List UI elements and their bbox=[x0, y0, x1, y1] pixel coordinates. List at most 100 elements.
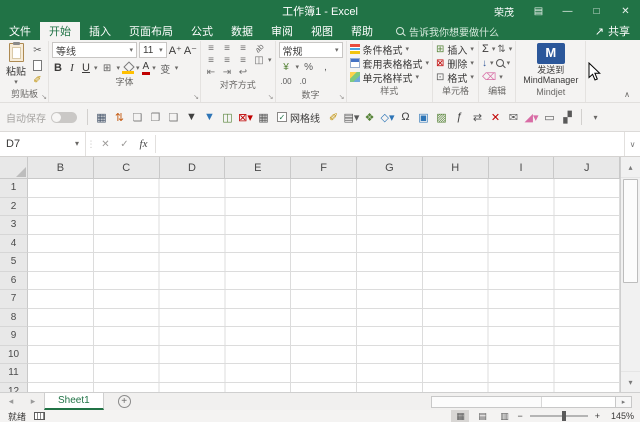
column-header[interactable]: I bbox=[488, 157, 555, 179]
insert-cells-button[interactable]: ⊞ 插入 ▾ bbox=[436, 42, 475, 57]
select-all-corner[interactable] bbox=[0, 157, 28, 179]
conditional-formatting-button[interactable]: 条件格式 ▾ bbox=[349, 42, 430, 57]
row-header[interactable]: 7 bbox=[0, 290, 28, 309]
align-left-button[interactable]: ≡ bbox=[204, 54, 218, 66]
formula-input[interactable] bbox=[158, 132, 624, 156]
horizontal-scroll-thumb[interactable] bbox=[432, 396, 542, 407]
borders-button[interactable]: ⊞ bbox=[100, 61, 115, 75]
autosave-toggle[interactable]: 自动保存 bbox=[6, 110, 82, 125]
delete-table-icon[interactable]: ⊠▾ bbox=[237, 108, 254, 126]
autosum-button[interactable]: Σ ▾ bbox=[482, 42, 495, 56]
fill-button[interactable]: ↓ ▾ bbox=[482, 56, 494, 70]
align-bottom-button[interactable]: ≡ bbox=[236, 42, 250, 54]
name-box[interactable]: D7 ▾ bbox=[0, 132, 86, 156]
alignment-dialog-launcher[interactable]: ↘ bbox=[268, 93, 274, 101]
grid-cells[interactable] bbox=[28, 253, 620, 272]
italic-button[interactable]: I bbox=[66, 62, 78, 74]
number-format-select[interactable]: 常规 ▾ bbox=[278, 42, 343, 58]
shapes-icon[interactable]: ◇▾ bbox=[379, 108, 396, 126]
page-layout-view-button[interactable]: ▤ bbox=[473, 410, 491, 422]
vertical-scroll-thumb[interactable] bbox=[623, 179, 638, 283]
grid-cells[interactable] bbox=[28, 327, 620, 346]
decrease-indent-button[interactable]: ⇤ bbox=[204, 66, 218, 78]
grow-font-button[interactable]: A⁺ bbox=[169, 44, 182, 57]
percent-format-button[interactable]: % bbox=[301, 60, 316, 74]
new-sheet-button[interactable]: + bbox=[117, 395, 131, 408]
column-header[interactable]: F bbox=[291, 157, 357, 179]
cancel-entry-button[interactable]: ✕ bbox=[96, 132, 115, 156]
shrink-font-button[interactable]: A⁻ bbox=[184, 44, 197, 57]
merge-cells-icon[interactable]: ◫ bbox=[219, 108, 236, 126]
align-middle-button[interactable]: ≡ bbox=[220, 42, 234, 54]
zoom-in-button[interactable]: + bbox=[595, 411, 600, 421]
row-header[interactable]: 9 bbox=[0, 327, 28, 346]
zoom-slider-thumb[interactable] bbox=[561, 411, 566, 421]
share-button[interactable]: ↗ 共享 bbox=[585, 22, 640, 40]
font-dialog-launcher[interactable]: ↘ bbox=[193, 93, 199, 101]
row-header[interactable]: 8 bbox=[0, 308, 28, 327]
grid-cells[interactable] bbox=[28, 197, 620, 216]
row-header[interactable]: 1 bbox=[0, 179, 28, 198]
pivot-table-icon[interactable]: ▦ bbox=[93, 108, 110, 126]
sheet-tab-sheet1[interactable]: Sheet1 bbox=[44, 393, 104, 410]
filter-icon[interactable]: ▼ bbox=[183, 108, 200, 126]
copy-button[interactable] bbox=[30, 56, 46, 72]
close-button[interactable]: ✕ bbox=[611, 0, 640, 22]
tab-view[interactable]: 视图 bbox=[302, 22, 342, 40]
screen-clip-icon[interactable]: ▣ bbox=[415, 108, 432, 126]
font-name-select[interactable]: 等线 ▾ bbox=[52, 42, 137, 58]
clear-button[interactable]: ⌫ ▾ bbox=[482, 70, 503, 84]
row-header[interactable]: 12 bbox=[0, 382, 28, 392]
paste-button[interactable]: 粘贴 ▾ bbox=[4, 42, 28, 87]
delete-cells-button[interactable]: ⊠ 删除 ▾ bbox=[436, 56, 475, 71]
row-header[interactable]: 4 bbox=[0, 234, 28, 253]
symbol-icon[interactable]: Ω bbox=[397, 108, 414, 126]
picture-icon[interactable]: ▨ bbox=[433, 108, 450, 126]
cells-area[interactable]: 1 2 3 4 5 6 7 8 9 10 11 12 bbox=[0, 179, 620, 392]
fill-color-button[interactable] bbox=[122, 62, 135, 74]
expand-formula-bar-button[interactable]: ∨ bbox=[624, 132, 640, 156]
row-header[interactable]: 2 bbox=[0, 197, 28, 216]
formula-bar-handle[interactable]: ⋮ bbox=[86, 132, 96, 156]
horizontal-scroll-track[interactable] bbox=[431, 395, 616, 408]
insert-function-icon[interactable]: ƒ bbox=[451, 108, 468, 126]
align-right-button[interactable]: ≡ bbox=[236, 54, 250, 66]
bold-button[interactable]: B bbox=[52, 62, 64, 74]
grid-cells[interactable] bbox=[28, 345, 620, 364]
decrease-decimal-button[interactable]: .0 bbox=[296, 74, 311, 88]
delete-cells-icon[interactable]: ✕ bbox=[487, 108, 504, 126]
cut-button[interactable]: ✂ bbox=[30, 43, 45, 57]
row-header[interactable]: 5 bbox=[0, 253, 28, 272]
column-header[interactable]: D bbox=[159, 157, 226, 179]
qat-overflow-button[interactable]: ▾ bbox=[587, 108, 604, 126]
align-center-button[interactable]: ≡ bbox=[220, 54, 234, 66]
grid-cells[interactable] bbox=[28, 216, 620, 235]
account-user-button[interactable]: 荣茂 bbox=[484, 0, 524, 22]
normal-view-button[interactable]: ▦ bbox=[451, 410, 470, 422]
currency-format-button[interactable]: ¥ bbox=[279, 60, 294, 74]
tell-me-search[interactable]: 告诉我你想要做什么 bbox=[396, 22, 499, 40]
window-table-icon[interactable]: ❏ bbox=[129, 108, 146, 126]
wrap-text-button[interactable]: ↩ bbox=[236, 66, 250, 78]
page-break-view-button[interactable]: ▥ bbox=[495, 410, 513, 422]
send-to-mindmanager-button[interactable]: M 发送到 MindManager bbox=[519, 42, 582, 87]
macro-record-icon[interactable] bbox=[34, 412, 46, 420]
column-header[interactable]: G bbox=[356, 157, 423, 179]
tab-help[interactable]: 帮助 bbox=[342, 22, 382, 40]
align-top-button[interactable]: ≡ bbox=[204, 42, 218, 54]
comma-format-button[interactable]: , bbox=[318, 60, 333, 74]
ribbon-display-options-button[interactable]: ▤ bbox=[524, 0, 553, 22]
zoom-out-button[interactable]: − bbox=[517, 411, 522, 421]
collapse-ribbon-button[interactable]: ∧ bbox=[624, 90, 630, 99]
column-header[interactable]: J bbox=[554, 157, 620, 179]
font-color-button[interactable]: A bbox=[141, 61, 151, 75]
format-cells-button[interactable]: ⊡ 格式 ▾ bbox=[436, 70, 475, 85]
border-grid-icon[interactable]: ▦ bbox=[255, 108, 272, 126]
grid-cells[interactable] bbox=[28, 234, 620, 253]
enter-entry-button[interactable]: ✓ bbox=[115, 132, 134, 156]
layout-swap-icon[interactable]: ▞ bbox=[559, 108, 576, 126]
increase-indent-button[interactable]: ⇥ bbox=[220, 66, 234, 78]
column-header[interactable]: C bbox=[93, 157, 160, 179]
scroll-down-button[interactable]: ▾ bbox=[621, 371, 640, 392]
grid-cells[interactable] bbox=[28, 290, 620, 309]
